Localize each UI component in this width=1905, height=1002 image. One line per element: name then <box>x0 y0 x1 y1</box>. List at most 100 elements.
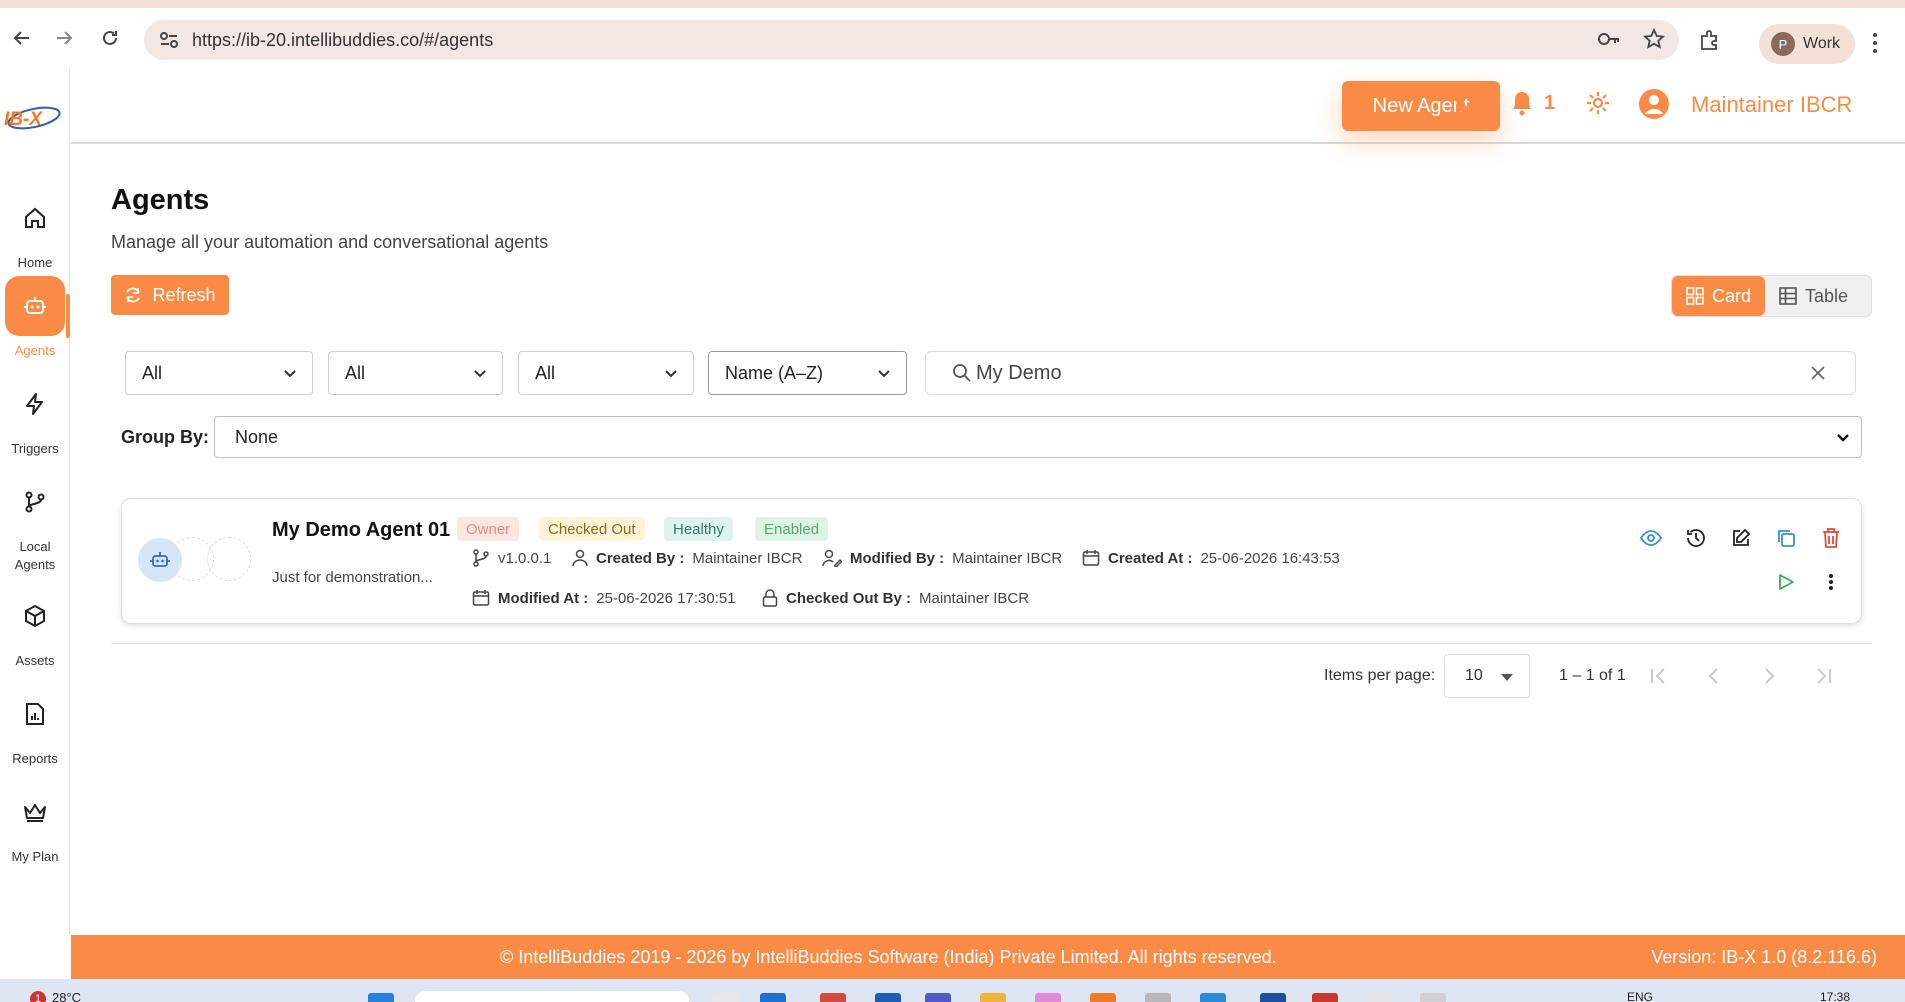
enabled-badge: Enabled <box>755 517 829 541</box>
sidebar-item-my-plan[interactable]: My Plan <box>0 782 70 866</box>
dark-mode-moon-icon[interactable] <box>1452 90 1480 118</box>
modified-by-label: Modified By : <box>850 549 945 567</box>
taskbar-app-icon[interactable] <box>1420 993 1446 1002</box>
bell-icon[interactable] <box>1510 90 1534 116</box>
play-icon <box>1779 574 1794 590</box>
next-page-icon[interactable] <box>1757 664 1781 688</box>
extensions-icon[interactable] <box>1698 28 1722 52</box>
app-footer: © IntelliBuddies 2019 - 2026 by IntelliB… <box>71 935 1905 979</box>
address-bar[interactable]: https://ib-20.intellibuddies.co/#/agents <box>144 20 1679 60</box>
weather-widget[interactable]: 1 28°C <box>30 990 81 1002</box>
taskbar-search[interactable] <box>415 991 689 1002</box>
site-info-icon[interactable] <box>152 31 186 49</box>
search-box <box>925 351 1856 395</box>
reload-button[interactable] <box>88 16 132 60</box>
modified-at-label: Modified At : <box>498 589 589 607</box>
search-icon <box>953 364 971 382</box>
filter-select-2[interactable]: All <box>328 351 503 395</box>
taskbar-app-icon[interactable] <box>1145 993 1171 1002</box>
taskbar-app-icon[interactable] <box>980 993 1006 1002</box>
duplicate-button[interactable] <box>1773 525 1799 551</box>
chevron-down-icon <box>1837 434 1849 442</box>
history-button[interactable] <box>1683 525 1709 551</box>
lock-icon <box>762 589 778 607</box>
taskbar-app-icon[interactable] <box>1200 993 1226 1002</box>
system-clock[interactable]: 17:38 <box>1820 990 1850 1002</box>
owner-badge: Owner <box>457 517 520 541</box>
taskbar-app-icon[interactable] <box>875 993 901 1002</box>
sidebar-item-reports[interactable]: Reports <box>0 684 70 768</box>
refresh-label: Refresh <box>152 284 216 305</box>
last-page-icon[interactable] <box>1812 664 1836 688</box>
browser-tab-strip <box>0 0 1905 8</box>
user-name[interactable]: Maintainer IBCR <box>1691 92 1852 118</box>
browser-menu-icon[interactable] <box>1872 32 1878 54</box>
previous-page-icon[interactable] <box>1702 664 1726 688</box>
report-icon <box>26 703 44 725</box>
branch-icon <box>25 491 45 513</box>
search-input[interactable] <box>976 361 1776 385</box>
kebab-menu-icon <box>1829 574 1833 590</box>
forward-button[interactable] <box>42 16 86 60</box>
calendar-icon <box>1082 550 1100 566</box>
logo-text: IB-X <box>4 109 43 130</box>
taskbar-app-icon[interactable] <box>1312 993 1338 1002</box>
view-table-option[interactable]: Table <box>1765 276 1862 316</box>
view-button[interactable] <box>1638 525 1664 551</box>
modified-at-value: 25-06-2026 17:30:51 <box>596 589 736 607</box>
taskbar-app-icon[interactable] <box>820 993 846 1002</box>
filter-select-3[interactable]: All <box>518 351 694 395</box>
taskbar-app-icon[interactable] <box>1090 993 1116 1002</box>
sidebar-item-assets[interactable]: Assets <box>0 586 70 670</box>
reload-icon <box>103 30 117 45</box>
star-icon[interactable] <box>1643 28 1665 50</box>
taskbar-app-icon[interactable] <box>1260 993 1286 1002</box>
items-per-page-select[interactable]: 10 <box>1444 654 1530 698</box>
user-icon <box>572 549 588 567</box>
refresh-icon <box>126 287 141 303</box>
sidebar-item-triggers[interactable]: Triggers <box>0 374 70 458</box>
filter-select-1[interactable]: All <box>125 351 313 395</box>
sidebar-item-label: Local Agents <box>14 539 56 572</box>
sort-select[interactable]: Name (A–Z) <box>708 351 907 395</box>
checked-out-by: Checked Out By : Maintainer IBCR <box>762 589 1029 607</box>
input-language[interactable]: ENG <box>1627 990 1653 1002</box>
taskbar-app-icon[interactable] <box>712 993 738 1002</box>
sidebar-item-home[interactable]: Home <box>0 188 70 272</box>
view-card-option[interactable]: Card <box>1672 276 1766 316</box>
url-text: https://ib-20.intellibuddies.co/#/agents <box>192 29 494 50</box>
start-button[interactable] <box>368 993 394 1002</box>
sidebar-item-agents[interactable]: Agents <box>0 276 70 360</box>
profile-chip[interactable]: P Work <box>1759 24 1855 64</box>
agent-card[interactable]: My Demo Agent 01 Owner Checked Out Healt… <box>121 498 1862 624</box>
back-button[interactable] <box>0 16 44 60</box>
branch-icon <box>473 549 489 567</box>
settings-gear-icon[interactable] <box>1585 90 1611 116</box>
created-by-value: Maintainer IBCR <box>692 549 803 567</box>
edit-button[interactable] <box>1728 525 1754 551</box>
eye-icon <box>1640 530 1662 546</box>
run-button[interactable] <box>1773 569 1799 595</box>
chevron-down-icon <box>474 370 486 378</box>
user-avatar-icon[interactable] <box>1638 88 1670 120</box>
agent-name[interactable]: My Demo Agent 01 <box>272 519 450 542</box>
page-range: 1 – 1 of 1 <box>1559 667 1626 684</box>
app-logo[interactable]: IB-X <box>2 98 64 138</box>
back-arrow-icon <box>13 31 29 45</box>
first-page-icon[interactable] <box>1646 664 1670 688</box>
filter-select-3-value: All <box>535 362 556 383</box>
taskbar-app-icon[interactable] <box>925 993 951 1002</box>
history-icon <box>1687 529 1705 547</box>
os-taskbar: 1 28°C ENG 17:38 <box>0 979 1905 1002</box>
sidebar-item-local-agents[interactable]: Local Agents <box>0 472 70 574</box>
clear-search-icon[interactable] <box>1809 364 1827 382</box>
crown-icon <box>24 804 46 822</box>
taskbar-app-icon[interactable] <box>760 993 786 1002</box>
key-icon[interactable] <box>1597 28 1621 50</box>
refresh-button[interactable]: Refresh <box>111 275 229 315</box>
taskbar-app-icon[interactable] <box>1365 993 1391 1002</box>
more-options-button[interactable] <box>1818 569 1844 595</box>
taskbar-app-icon[interactable] <box>1035 993 1061 1002</box>
group-by-select[interactable]: None <box>214 416 1862 458</box>
delete-button[interactable] <box>1818 525 1844 551</box>
